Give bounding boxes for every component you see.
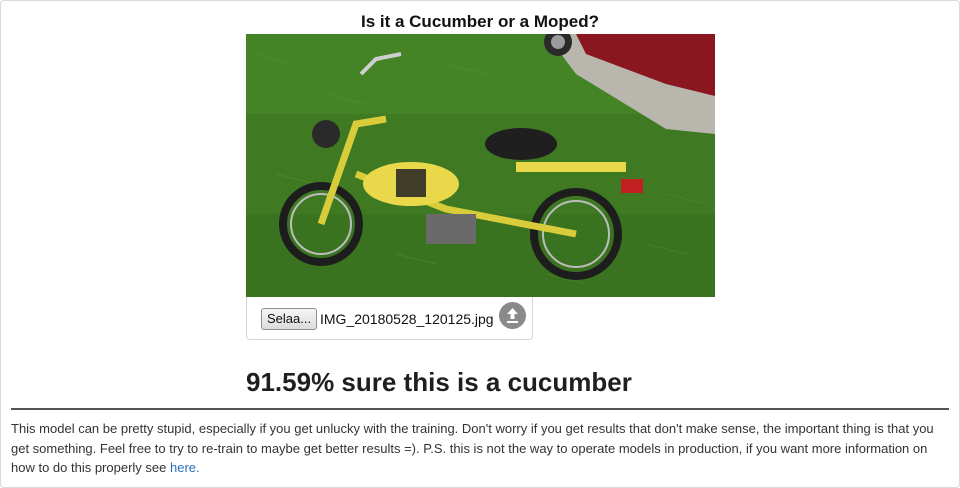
file-upload-form: Selaa... IMG_20180528_120125.jpg: [246, 297, 533, 340]
uploaded-photo: [246, 34, 715, 297]
prediction-result: 91.59% sure this is a cucumber: [246, 367, 632, 397]
upload-icon[interactable]: [499, 302, 526, 329]
selected-file-name: IMG_20180528_120125.jpg: [320, 311, 494, 327]
choose-file-button[interactable]: Selaa...: [261, 308, 318, 330]
disclaimer-text: This model can be pretty stupid, especia…: [11, 421, 934, 475]
divider: [11, 408, 949, 410]
page-title: Is it a Cucumber or a Moped?: [360, 12, 600, 31]
more-info-link[interactable]: here.: [170, 460, 200, 475]
disclaimer-note: This model can be pretty stupid, especia…: [11, 419, 947, 478]
